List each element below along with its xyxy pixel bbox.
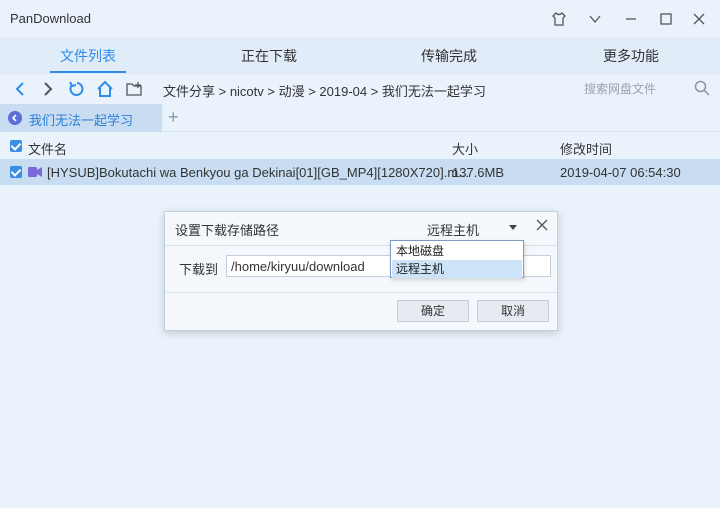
tab-more-features[interactable]: 更多功能 — [581, 38, 681, 74]
share-tab[interactable]: 我们无法一起学习 — [0, 104, 162, 132]
cancel-button[interactable]: 取消 — [477, 300, 549, 322]
search-icon[interactable] — [694, 80, 710, 99]
file-modified: 2019-04-07 06:54:30 — [560, 165, 681, 180]
maximize-icon[interactable] — [655, 8, 677, 30]
confirm-button[interactable]: 确定 — [397, 300, 469, 322]
title-bar: PanDownload — [0, 0, 720, 38]
menu-dropdown-icon[interactable] — [584, 8, 606, 30]
column-size[interactable]: 大小 — [452, 139, 478, 158]
tab-downloading[interactable]: 正在下载 — [219, 38, 319, 74]
minimize-icon[interactable] — [620, 8, 642, 30]
file-name: [HYSUB]Bokutachi wa Benkyou ga Dekinai[0… — [47, 165, 470, 180]
app-title: PanDownload — [10, 11, 91, 26]
share-icon — [8, 111, 22, 125]
table-row[interactable]: [HYSUB]Bokutachi wa Benkyou ga Dekinai[0… — [0, 159, 720, 185]
skin-icon[interactable] — [548, 8, 570, 30]
main-tabs: 文件列表 正在下载 传输完成 更多功能 — [0, 38, 720, 74]
close-icon[interactable] — [688, 8, 710, 30]
host-dropdown-arrow-icon[interactable] — [509, 225, 517, 230]
dropdown-option-remote-host[interactable]: 远程主机 — [392, 260, 522, 278]
add-tab-icon[interactable]: + — [168, 107, 179, 128]
row-checkbox[interactable] — [10, 166, 22, 178]
share-tab-label: 我们无法一起学习 — [29, 113, 134, 128]
dialog-title: 设置下载存储路径 — [175, 223, 280, 238]
dialog-close-icon[interactable] — [535, 218, 549, 235]
tab-file-list[interactable]: 文件列表 — [38, 38, 138, 74]
search-box — [576, 77, 716, 101]
select-all-checkbox[interactable] — [10, 140, 22, 152]
column-name[interactable]: 文件名 — [28, 139, 67, 158]
dropdown-option-local-disk[interactable]: 本地磁盘 — [392, 242, 522, 260]
home-icon[interactable] — [94, 78, 116, 100]
breadcrumb[interactable]: 文件分享 > nicotv > 动漫 > 2019-04 > 我们无法一起学习 — [163, 81, 486, 100]
back-icon[interactable] — [9, 78, 31, 100]
file-list-header: 文件名 大小 修改时间 — [0, 133, 720, 159]
video-file-icon — [28, 165, 42, 179]
new-folder-icon[interactable] — [124, 78, 146, 100]
toolbar: 文件分享 > nicotv > 动漫 > 2019-04 > 我们无法一起学习 — [0, 74, 720, 104]
app-window: PanDownload 文件列表 正在下载 传输完成 更多功能 文件分享 > n… — [0, 0, 720, 508]
refresh-icon[interactable] — [66, 78, 88, 100]
host-dropdown-list: 本地磁盘 远程主机 — [390, 240, 524, 278]
tab-completed[interactable]: 传输完成 — [399, 38, 499, 74]
download-to-label: 下载到 — [179, 262, 219, 277]
active-tab-indicator — [50, 71, 126, 73]
file-size: 137.6MB — [452, 165, 505, 180]
forward-icon[interactable] — [37, 78, 59, 100]
share-tab-bar: 我们无法一起学习 + — [0, 104, 720, 132]
dialog-divider-bottom — [165, 292, 557, 293]
column-modified[interactable]: 修改时间 — [560, 139, 612, 158]
host-select[interactable]: 远程主机 — [427, 220, 479, 239]
